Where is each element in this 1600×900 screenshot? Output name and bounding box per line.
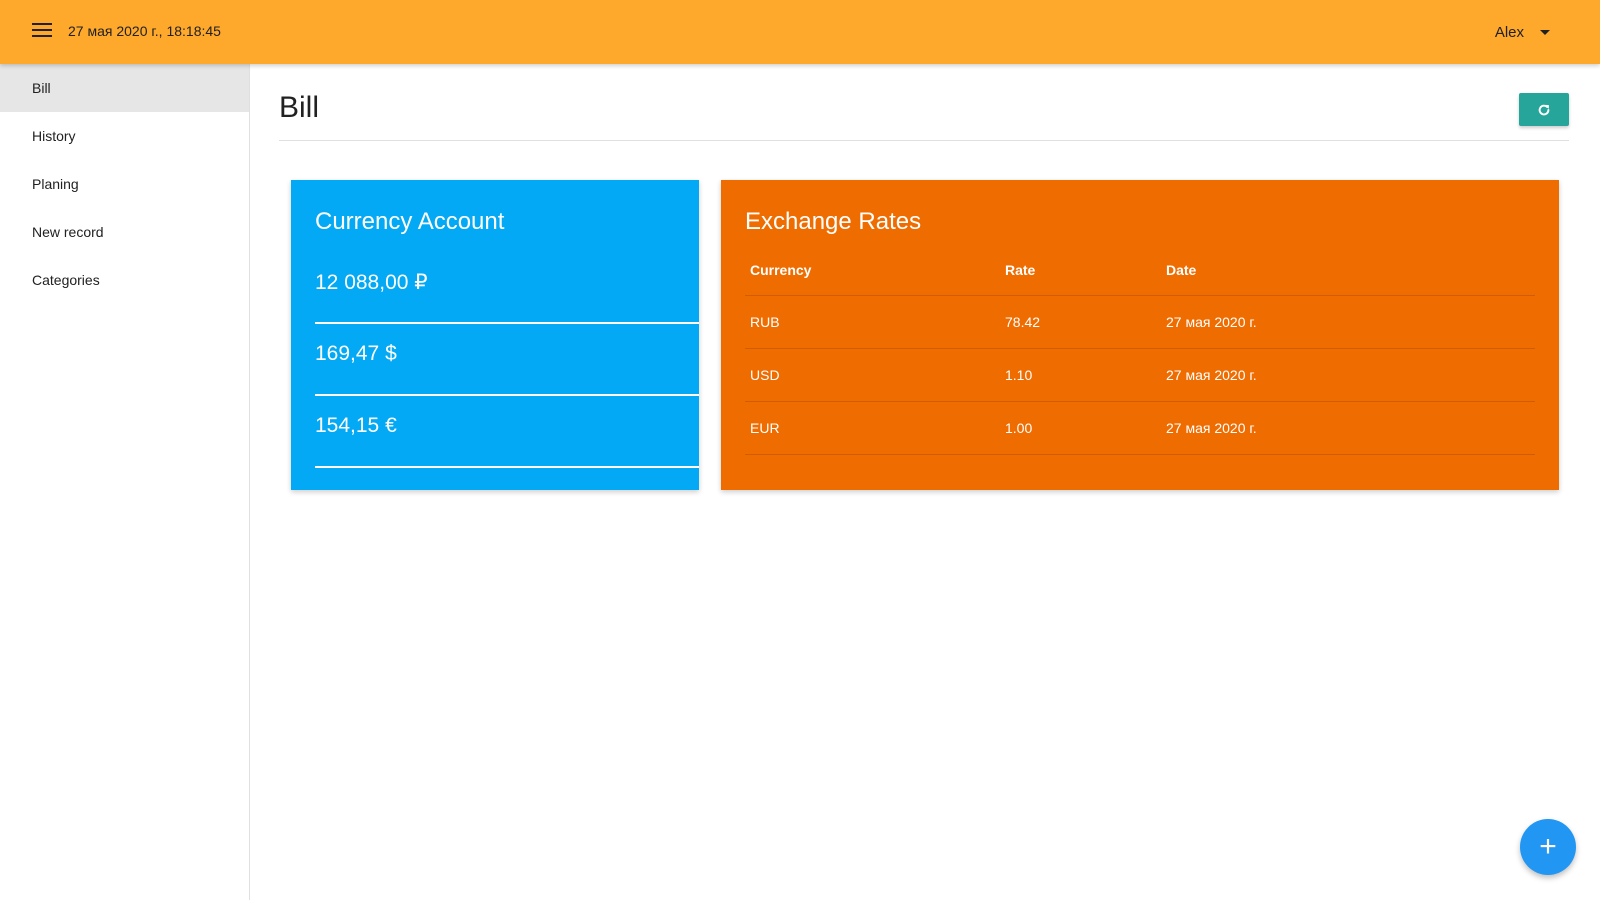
rate-currency-cell: EUR bbox=[745, 401, 1000, 455]
table-row: EUR 1.00 27 мая 2020 г. bbox=[745, 401, 1535, 455]
sidebar-item-history[interactable]: History bbox=[0, 112, 249, 160]
currency-account-title: Currency Account bbox=[315, 208, 505, 235]
rate-date-cell: 27 мая 2020 г. bbox=[1161, 348, 1535, 402]
account-balance-rub: 12 088,00 ₽ bbox=[315, 252, 699, 324]
column-header-rate: Rate bbox=[1000, 246, 1161, 296]
currency-account-card: Currency Account 12 088,00 ₽ 169,47 $ 15… bbox=[291, 180, 699, 490]
sidebar-item-new-record[interactable]: New record bbox=[0, 208, 249, 256]
sidebar-item-categories[interactable]: Categories bbox=[0, 256, 249, 304]
page-header: Bill bbox=[279, 64, 1569, 141]
user-dropdown[interactable]: Alex bbox=[1495, 0, 1550, 64]
column-header-currency: Currency bbox=[745, 246, 1000, 296]
refresh-icon bbox=[1538, 104, 1550, 115]
account-balance-usd: 169,47 $ bbox=[315, 324, 699, 396]
rate-currency-cell: USD bbox=[745, 348, 1000, 402]
rate-value-cell: 1.10 bbox=[1000, 348, 1161, 402]
rate-date-cell: 27 мая 2020 г. bbox=[1161, 401, 1535, 455]
table-header-row: Currency Rate Date bbox=[745, 246, 1535, 296]
sidebar-item-planing[interactable]: Planing bbox=[0, 160, 249, 208]
caret-down-icon bbox=[1540, 29, 1550, 35]
add-fab-button[interactable]: + bbox=[1520, 819, 1576, 875]
refresh-button[interactable] bbox=[1519, 93, 1569, 126]
table-row: RUB 78.42 27 мая 2020 г. bbox=[745, 295, 1535, 349]
exchange-rates-card: Exchange Rates Currency Rate Date RUB 78… bbox=[721, 180, 1559, 490]
hamburger-menu-icon[interactable] bbox=[32, 23, 52, 39]
rate-value-cell: 78.42 bbox=[1000, 295, 1161, 349]
account-balance-eur: 154,15 € bbox=[315, 396, 699, 468]
exchange-rates-title: Exchange Rates bbox=[745, 208, 922, 235]
rate-date-cell: 27 мая 2020 г. bbox=[1161, 295, 1535, 349]
current-datetime: 27 мая 2020 г., 18:18:45 bbox=[68, 23, 221, 39]
column-header-date: Date bbox=[1161, 246, 1535, 296]
page-title: Bill bbox=[279, 91, 320, 124]
sidebar-item-bill[interactable]: Bill bbox=[0, 64, 249, 112]
exchange-rates-table: Currency Rate Date RUB 78.42 27 мая 2020… bbox=[745, 246, 1535, 455]
table-row: USD 1.10 27 мая 2020 г. bbox=[745, 348, 1535, 402]
plus-icon: + bbox=[1539, 830, 1557, 863]
rate-currency-cell: RUB bbox=[745, 295, 1000, 349]
sidebar: Bill History Planing New record Categori… bbox=[0, 64, 250, 900]
top-navbar: 27 мая 2020 г., 18:18:45 Alex bbox=[0, 0, 1600, 64]
rate-value-cell: 1.00 bbox=[1000, 401, 1161, 455]
account-list: 12 088,00 ₽ 169,47 $ 154,15 € bbox=[315, 252, 699, 468]
main-content: Bill Currency Account 12 088,00 ₽ 169,47… bbox=[251, 64, 1600, 900]
user-name: Alex bbox=[1494, 23, 1524, 41]
